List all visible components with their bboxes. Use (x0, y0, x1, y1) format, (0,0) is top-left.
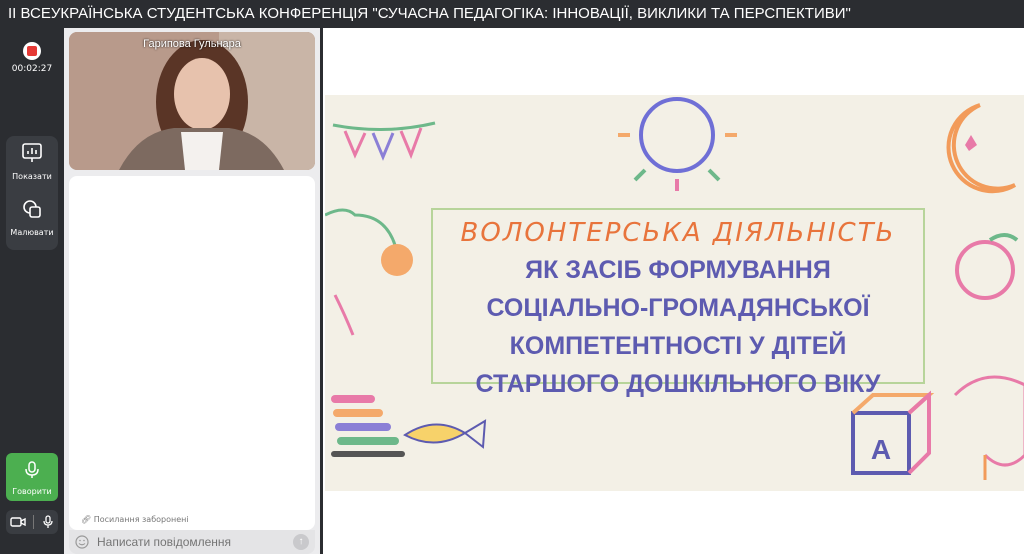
slide: A ВОЛОНТЕРСЬКА ДІЯЛЬНІСТЬ ЯК ЗАСІБ ФОРМУ… (325, 95, 1024, 491)
presentation-stage: A ВОЛОНТЕРСЬКА ДІЯЛЬНІСТЬ ЯК ЗАСІБ ФОРМУ… (320, 28, 1024, 554)
emoji-icon[interactable] (75, 535, 89, 549)
links-disabled-text: Посилання заборонені (93, 515, 189, 524)
block-letter: A (871, 434, 891, 465)
slide-title-line1: ВОЛОНТЕРСЬКА ДІЯЛЬНІСТЬ (460, 218, 896, 248)
slide-title-line3: СОЦІАЛЬНО-ГРОМАДЯНСЬКОЇ (486, 294, 870, 322)
chat-input-bar: ↑ (69, 530, 315, 554)
links-disabled-notice: 🔗︎ Посилання заборонені (81, 515, 189, 524)
send-button[interactable]: ↑ (293, 534, 309, 550)
shapes-icon (23, 200, 41, 218)
video-frame (69, 32, 315, 170)
draw-button[interactable]: Малювати (6, 192, 58, 248)
slide-title-line5: СТАРШОГО ДОШКІЛЬНОГО ВІКУ (475, 370, 881, 398)
slide-title-box: ВОЛОНТЕРСЬКА ДІЯЛЬНІСТЬ ЯК ЗАСІБ ФОРМУВА… (431, 208, 925, 398)
camera-icon[interactable] (10, 516, 26, 528)
side-panel: Гарипова Гульнара 🔗︎ Посилання заборонен… (64, 28, 320, 554)
recording-indicator[interactable]: 00:02:27 (0, 42, 64, 74)
window-title: ІІ ВСЕУКРАЇНСЬКА СТУДЕНТСЬКА КОНФЕРЕНЦІЯ… (0, 0, 1024, 28)
recording-timer: 00:02:27 (11, 64, 53, 74)
microphone-icon (25, 461, 39, 478)
speak-label: Говорити (12, 487, 52, 496)
show-label: Показати (12, 172, 52, 181)
presentation-icon (22, 143, 42, 162)
slide-title-line4: КОМПЕТЕНТНОСТІ У ДІТЕЙ (509, 332, 847, 360)
participant-video[interactable]: Гарипова Гульнара (69, 32, 315, 170)
microphone-icon[interactable] (42, 515, 54, 529)
left-toolbar: 00:02:27 Показати Малювати Говорити (0, 28, 64, 554)
record-icon (23, 42, 41, 60)
chat-message-input[interactable] (97, 535, 293, 549)
media-controls (6, 510, 58, 534)
slide-title-line2: ЯК ЗАСІБ ФОРМУВАННЯ (525, 256, 831, 284)
divider (33, 515, 35, 529)
speak-button[interactable]: Говорити (6, 453, 58, 501)
chat-panel: 🔗︎ Посилання заборонені (69, 176, 315, 530)
tools-group: Показати Малювати (6, 136, 58, 250)
draw-label: Малювати (10, 228, 54, 237)
link-icon: 🔗︎ (81, 515, 92, 524)
show-button[interactable]: Показати (6, 136, 58, 192)
participant-name: Гарипова Гульнара (143, 38, 241, 50)
